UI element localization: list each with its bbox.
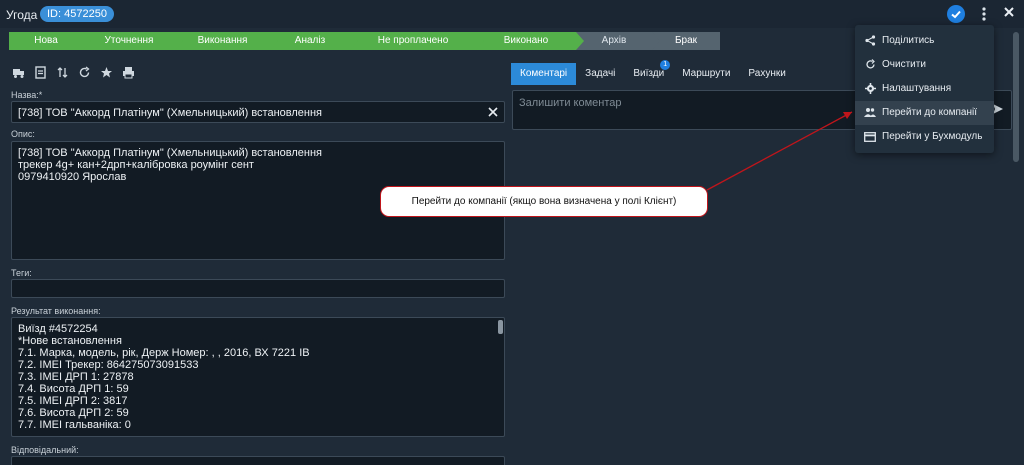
name-field[interactable]: [738] ТОВ "Аккорд Платінум" (Хмельницьки… — [11, 101, 505, 123]
result-scrollbar[interactable] — [498, 320, 503, 334]
responsible-label: Відповідальний: — [11, 445, 79, 455]
page-title: Угода — [6, 8, 38, 22]
menu-item-share[interactable]: Поділитись — [855, 29, 994, 53]
tab-routes[interactable]: Маршрути — [673, 63, 739, 85]
share-icon — [864, 29, 876, 55]
clear-icon[interactable] — [488, 105, 498, 120]
confirm-button[interactable] — [947, 5, 965, 23]
result-label: Результат виконання: — [11, 306, 101, 316]
trips-count-badge: 1 — [660, 60, 671, 70]
stage-vykonannia[interactable]: Виконання — [175, 32, 278, 50]
tab-tasks[interactable]: Задачі — [576, 63, 624, 85]
more-menu-button[interactable] — [981, 6, 987, 22]
tags-field[interactable] — [11, 279, 505, 298]
close-button[interactable] — [1003, 5, 1015, 22]
gear-icon — [864, 77, 876, 103]
description-label: Опис: — [11, 129, 35, 139]
comment-placeholder: Залишити коментар — [519, 97, 622, 109]
stage-analiz[interactable]: Аналіз — [270, 32, 358, 50]
star-icon[interactable] — [100, 66, 113, 79]
annotation-callout: Перейти до компанії (якщо вона визначена… — [380, 186, 708, 217]
menu-item-go-to-accounting[interactable]: Перейти у Бухмодуль — [855, 125, 994, 149]
tab-comments[interactable]: Коментарі — [511, 63, 577, 85]
stage-arkhiv[interactable]: Архів — [576, 32, 660, 50]
id-badge: ID: 4572250 — [40, 6, 114, 22]
refresh-icon — [864, 53, 876, 79]
result-field[interactable]: Виїзд #4572254 *Нове встановлення 7.1. М… — [11, 317, 505, 437]
sort-icon[interactable] — [56, 66, 69, 79]
name-label: Назва:* — [11, 90, 43, 100]
card-icon — [864, 125, 876, 151]
tab-trips[interactable]: Виїзди 1 — [624, 60, 673, 85]
stage-ne-proplacheno[interactable]: Не проплачено — [350, 32, 484, 50]
check-icon — [951, 10, 961, 19]
close-icon — [1004, 7, 1014, 17]
stage-brak[interactable]: Брак — [652, 32, 720, 50]
page-scrollbar[interactable] — [1013, 32, 1019, 162]
menu-item-go-to-company[interactable]: Перейти до компанії — [855, 101, 994, 125]
refresh-icon[interactable] — [78, 66, 91, 79]
print-icon[interactable] — [122, 66, 135, 79]
stage-utochnennia[interactable]: Уточнення — [83, 32, 183, 50]
tags-label: Теги: — [11, 268, 32, 278]
action-toolbar — [12, 66, 135, 79]
stage-nova[interactable]: Нова — [9, 32, 91, 50]
kebab-icon — [982, 7, 986, 21]
name-value: [738] ТОВ "Аккорд Платінум" (Хмельницьки… — [18, 107, 323, 119]
truck-icon[interactable] — [12, 66, 25, 79]
deal-pipeline: Нова Уточнення Виконання Аналіз Не пропл… — [9, 32, 720, 50]
tab-bar: Коментарі Задачі Виїзди 1 Маршрути Рахунк… — [511, 60, 795, 85]
menu-item-clear[interactable]: Очистити — [855, 53, 994, 77]
top-bar: Угода ID: 4572250 — [0, 0, 1024, 28]
document-icon[interactable] — [34, 66, 47, 79]
callout-text: Перейти до компанії (якщо вона визначена… — [411, 196, 677, 207]
result-value: Виїзд #4572254 *Нове встановлення 7.1. М… — [18, 323, 310, 431]
responsible-field[interactable] — [11, 456, 505, 465]
stage-vykonano[interactable]: Виконано — [476, 32, 584, 50]
users-icon — [864, 101, 876, 127]
more-dropdown-menu: Поділитись Очистити Налаштування Перейти… — [855, 25, 994, 153]
tab-invoices[interactable]: Рахунки — [739, 63, 794, 85]
description-value: [738] ТОВ "Аккорд Платінум" (Хмельницьки… — [18, 147, 323, 183]
menu-item-settings[interactable]: Налаштування — [855, 77, 994, 101]
